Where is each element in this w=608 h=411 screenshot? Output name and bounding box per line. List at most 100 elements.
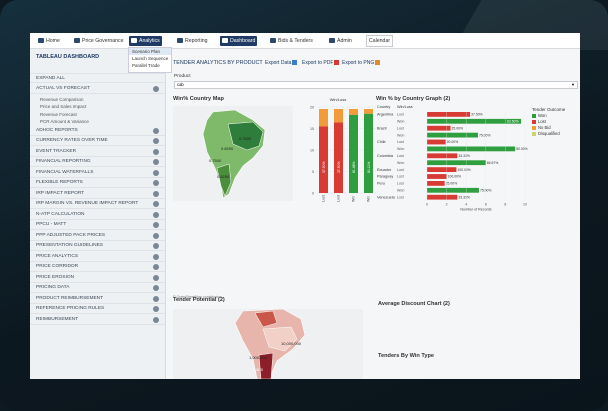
chevron-icon[interactable]	[153, 264, 159, 271]
hbar-data-label: 100.00%	[457, 168, 470, 172]
chevron-icon[interactable]	[153, 211, 159, 218]
hbar	[427, 112, 471, 117]
sidebar-subitem[interactable]: Revenue Comparison	[40, 96, 84, 103]
hbar	[427, 167, 457, 172]
winloss-title: Win % by Country Graph (2)	[376, 96, 451, 102]
stack-data-label: 80.11%	[367, 162, 371, 173]
chevron-icon[interactable]	[153, 86, 159, 92]
nav-price-governance[interactable]: Price Governance	[72, 36, 126, 46]
hbar-data-label: 33.33%	[458, 154, 470, 158]
x-category-label: Lost	[322, 195, 326, 202]
chevron-icon[interactable]	[153, 243, 159, 250]
nav-admin[interactable]: Admin	[327, 36, 354, 46]
dashboard-icon	[222, 38, 228, 44]
sidebar-item[interactable]: FLEXIBLE REPORTS	[30, 178, 165, 189]
nav-calendar[interactable]: Calendar	[366, 35, 394, 47]
export-pdf-link[interactable]: Export to PDF	[302, 60, 340, 66]
stack-bar-segment	[334, 109, 343, 123]
sidebar-item-label: FINANCIAL REPORTING	[36, 159, 91, 165]
sidebar-item[interactable]: CURRENCY RATES OVER TIME	[30, 136, 165, 147]
data-icon	[292, 60, 298, 66]
country-label: Colombia	[377, 154, 394, 158]
sidebar-subitem[interactable]: PCR Amount & Variance	[40, 118, 89, 125]
sidebar-item[interactable]: PPP ADJUSTED PACK PRICES	[30, 231, 165, 241]
sidebar-item-label: PPP ADJUSTED PACK PRICES	[36, 232, 106, 238]
chevron-icon[interactable]	[153, 316, 159, 323]
sidebar-item[interactable]: IRP MARGIN VS. REVENUE IMPACT REPORT	[30, 199, 165, 210]
hbar	[427, 125, 451, 131]
legend-title: Tender Outcome	[532, 107, 566, 112]
export-png-link[interactable]: Export to PNG	[342, 60, 381, 66]
sidebar-item-label: IRP MARGIN VS. REVENUE IMPACT REPORT	[36, 201, 139, 207]
nav-bids-tenders[interactable]: Bids & Tenders	[268, 36, 315, 46]
hbar	[427, 187, 479, 193]
legend-swatch	[532, 113, 536, 118]
country-label: Peru	[377, 182, 385, 186]
x-tick-label: 6	[485, 203, 487, 207]
sidebar-item[interactable]: ADHOC REPORTS	[30, 126, 165, 136]
stack-bar-segment	[364, 113, 373, 193]
chevron-icon[interactable]	[153, 148, 159, 155]
sidebar-item[interactable]: PRICING DATA	[30, 283, 165, 294]
folder-icon	[270, 38, 276, 44]
legend-label: Won	[538, 113, 547, 118]
dropdown-item-parallel[interactable]: Parallel Trade	[129, 62, 171, 69]
nav-dashboard[interactable]: Dashboard	[220, 36, 258, 46]
outcome-label: Lost	[397, 182, 404, 186]
sidebar-item[interactable]: PRICE CORRIDOR	[30, 262, 165, 273]
chevron-icon[interactable]	[153, 285, 159, 292]
nav-home[interactable]: Home	[36, 36, 62, 46]
chevron-icon[interactable]	[153, 232, 159, 239]
outcome-label: Lost	[397, 168, 404, 172]
winloss-stacked-chart: Win/Loss 0 5 10 15 20 37.50% Lost 37.50% Lost 81.4…	[298, 93, 378, 211]
sidebar-item[interactable]: REFERENCE PRICING RULES	[30, 304, 165, 315]
chevron-icon[interactable]	[153, 190, 159, 197]
nav-reporting[interactable]: Reporting	[175, 36, 210, 46]
sidebar-item[interactable]: ACTUAL VS FORECAST	[30, 84, 165, 94]
hbar-data-label: 80.00%	[516, 147, 528, 151]
chevron-icon[interactable]	[153, 159, 159, 166]
chevron-icon[interactable]	[153, 169, 159, 176]
dropdown-item-launch[interactable]: Launch Sequence	[129, 55, 171, 62]
south-america-shape	[202, 109, 266, 199]
sidebar-item[interactable]: REIMBURSEMENT	[30, 315, 165, 325]
chevron-icon[interactable]	[153, 295, 159, 302]
sidebar-subitem[interactable]: Price and Sales Impact	[40, 103, 86, 110]
chevron-icon[interactable]	[153, 253, 159, 260]
hbar-data-label: 100.00%	[448, 175, 461, 179]
column-header: Country	[377, 105, 390, 109]
product-select[interactable]: cab ▼	[174, 81, 578, 89]
sidebar-item[interactable]: PRICE EROSION	[30, 273, 165, 283]
sidebar-item[interactable]: PRICE ANALYTICS	[30, 252, 165, 262]
sidebar-item[interactable]: N-ATP CALCULATION	[30, 210, 165, 220]
export-data-link[interactable]: Export Data	[265, 60, 298, 66]
sidebar-item[interactable]: PRESENTATION GUIDELINES	[30, 241, 165, 252]
stack-data-label: 81.48%	[352, 162, 356, 174]
sidebar-item[interactable]: PRODUCT REIMBURSEMENT	[30, 294, 165, 304]
dropdown-item-scenario[interactable]: Scenario Plan	[129, 48, 171, 55]
hbar-data-label: 37.50%	[471, 113, 483, 117]
sidebar-item[interactable]: IRP IMPACT REPORT	[30, 189, 165, 199]
sidebar-item-label: ACTUAL VS FORECAST	[36, 86, 90, 91]
sidebar-item[interactable]: FINANCIAL REPORTING	[30, 157, 165, 168]
legend-entry: Disqualified	[532, 131, 580, 137]
chevron-icon[interactable]	[153, 222, 159, 229]
sidebar-item[interactable]: FINANCIAL WATERFALLS	[30, 168, 165, 178]
win-country-map[interactable]: 0.7600 0.8250 0.7500 0.6250	[173, 106, 293, 201]
expand-all[interactable]: EXPAND ALL	[30, 73, 165, 83]
chevron-icon[interactable]	[153, 127, 159, 134]
nav-analytics[interactable]: Analytics	[129, 36, 162, 46]
chevron-icon[interactable]	[153, 306, 159, 313]
sidebar-item[interactable]: EVENT TRACKER	[30, 147, 165, 157]
sidebar-item[interactable]: PPCU - MATT	[30, 220, 165, 231]
y-tick-label: 0	[312, 192, 314, 196]
chevron-icon[interactable]	[153, 138, 159, 145]
x-tick-label: 0	[426, 203, 428, 207]
chevron-icon[interactable]	[153, 180, 159, 187]
sidebar-subitem[interactable]: Revenue Forecast	[40, 111, 77, 118]
chevron-icon[interactable]	[153, 274, 159, 281]
tender-potential-map[interactable]: 10,000,000 1,000,000 1,600	[173, 308, 363, 379]
tenders-by-win-title: Tenders By Win Type	[378, 353, 434, 359]
legend-swatch	[532, 125, 536, 130]
chevron-icon[interactable]	[153, 201, 159, 208]
